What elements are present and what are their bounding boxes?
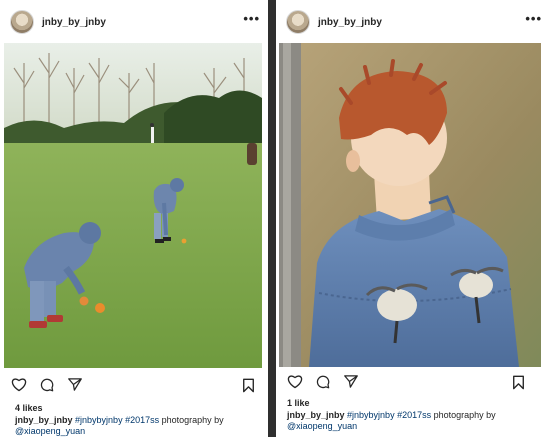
photo-boy-denim-jacket bbox=[279, 43, 541, 367]
comment-icon[interactable] bbox=[39, 377, 55, 392]
post-actions bbox=[287, 374, 359, 389]
heart-icon[interactable] bbox=[11, 377, 27, 392]
more-icon[interactable]: ••• bbox=[243, 12, 260, 25]
post-caption: jnby_by_jnby #jnbybyjnby #2017ss photogr… bbox=[15, 415, 255, 437]
post-divider bbox=[268, 0, 276, 437]
post-username[interactable]: jnby_by_jnby bbox=[318, 17, 382, 28]
caption-text: photography by bbox=[161, 415, 224, 425]
bookmark-icon[interactable] bbox=[512, 375, 525, 390]
post-header: jnby_by_jnby ••• bbox=[276, 0, 550, 44]
caption-username[interactable]: jnby_by_jnby bbox=[287, 410, 345, 420]
caption-username[interactable]: jnby_by_jnby bbox=[15, 415, 73, 425]
avatar[interactable] bbox=[10, 10, 34, 34]
more-icon[interactable]: ••• bbox=[525, 12, 542, 25]
share-icon[interactable] bbox=[67, 377, 83, 392]
avatar[interactable] bbox=[286, 10, 310, 34]
caption-hashtags[interactable]: #jnbybyjnby #2017ss bbox=[75, 415, 159, 425]
post-username[interactable]: jnby_by_jnby bbox=[42, 17, 106, 28]
heart-icon[interactable] bbox=[287, 374, 303, 389]
post-header: jnby_by_jnby ••• bbox=[0, 0, 268, 44]
post-card-2: jnby_by_jnby ••• 1 like jnby_by_jnby #jn… bbox=[276, 0, 550, 437]
photo-kids-on-grass bbox=[4, 43, 262, 368]
share-icon[interactable] bbox=[343, 374, 359, 389]
post-card-1: jnby_by_jnby ••• 4 likes jnby_by_jnby #j… bbox=[0, 0, 268, 437]
likes-count[interactable]: 1 like bbox=[287, 398, 310, 408]
likes-count[interactable]: 4 likes bbox=[15, 403, 43, 413]
comment-icon[interactable] bbox=[315, 374, 331, 389]
bookmark-icon[interactable] bbox=[242, 378, 255, 393]
post-photo[interactable] bbox=[4, 43, 262, 368]
post-caption: jnby_by_jnby #jnbybyjnby #2017ss photogr… bbox=[287, 410, 527, 432]
caption-text: photography by bbox=[433, 410, 496, 420]
caption-mention[interactable]: @xiaopeng_yuan bbox=[15, 426, 85, 436]
caption-hashtags[interactable]: #jnbybyjnby #2017ss bbox=[347, 410, 431, 420]
caption-mention[interactable]: @xiaopeng_yuan bbox=[287, 421, 357, 431]
post-photo[interactable] bbox=[279, 43, 541, 367]
post-actions bbox=[11, 377, 83, 392]
